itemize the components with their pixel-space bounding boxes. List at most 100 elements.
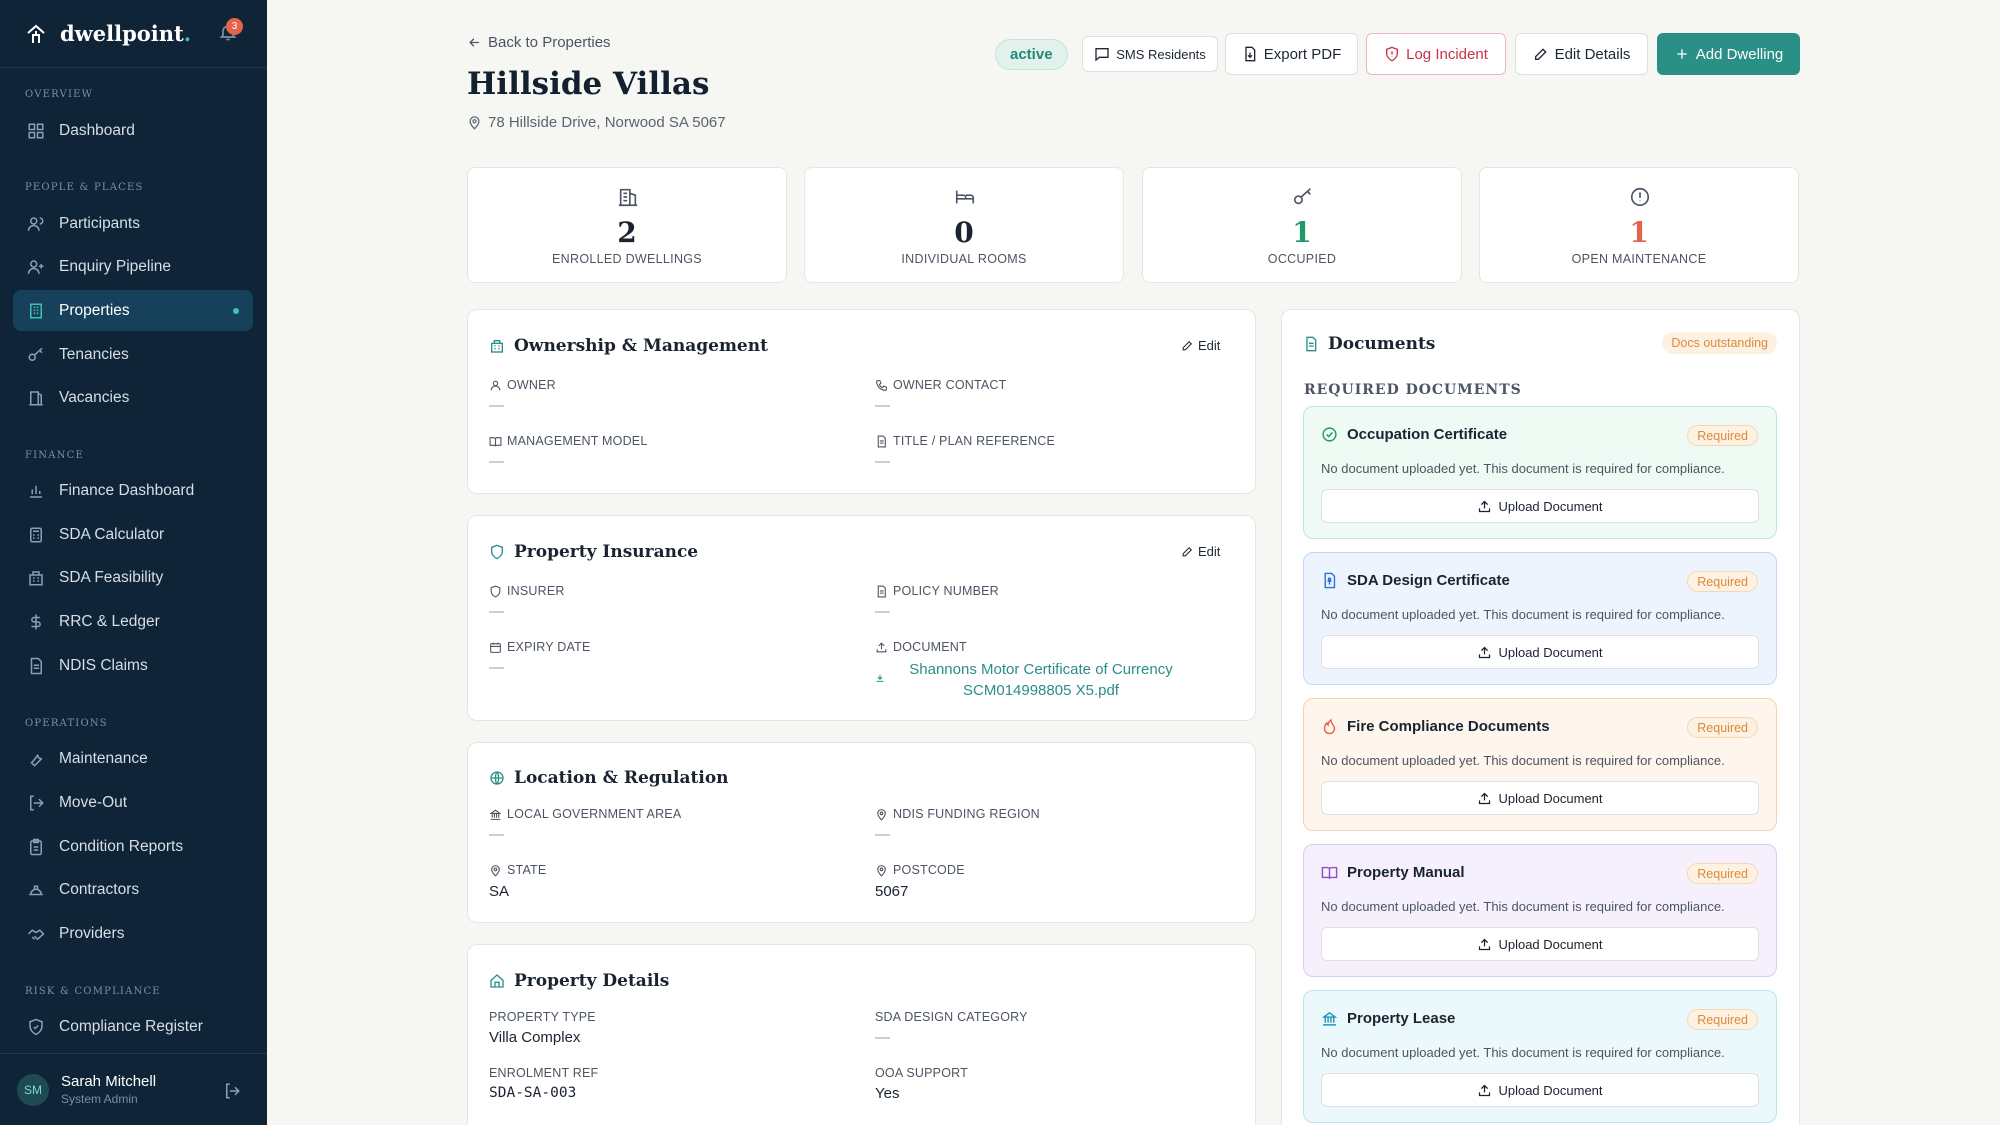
user-profile[interactable]: SM Sarah Mitchell System Admin bbox=[0, 1053, 267, 1125]
upload-icon bbox=[1479, 500, 1491, 512]
sidebar-item-participants[interactable]: Participants bbox=[13, 203, 253, 244]
insurance-document-link[interactable]: Shannons Motor Certificate of Currency S… bbox=[891, 659, 1191, 701]
map-pin-icon bbox=[877, 808, 886, 821]
doc-name: Occupation Certificate bbox=[1347, 426, 1508, 443]
sidebar-item-label: SDA Feasibility bbox=[59, 568, 164, 586]
stat-label: OPEN MAINTENANCE bbox=[1571, 252, 1707, 266]
building-icon bbox=[491, 340, 503, 353]
map-pin-icon bbox=[469, 116, 480, 130]
sidebar-item-label: Compliance Register bbox=[59, 1017, 203, 1035]
expiry-date-value: — bbox=[489, 659, 504, 676]
owner-label: OWNER bbox=[489, 378, 556, 392]
document-name-line2: SCM014998805 X5.pdf bbox=[963, 682, 1119, 699]
sidebar-item-contractors[interactable]: Contractors bbox=[13, 869, 253, 910]
book-icon bbox=[489, 436, 502, 446]
upload-document-button[interactable]: Upload Document bbox=[1321, 489, 1759, 523]
required-badge: Required bbox=[1687, 571, 1758, 592]
sidebar-item-ndis-claims[interactable]: NDIS Claims bbox=[13, 645, 253, 686]
back-to-properties-link[interactable]: Back to Properties bbox=[467, 34, 611, 51]
ooa-support-value: Yes bbox=[875, 1085, 900, 1102]
calendar-icon bbox=[490, 642, 501, 653]
sidebar-item-sda-feasibility[interactable]: SDA Feasibility bbox=[13, 557, 253, 598]
back-label: Back to Properties bbox=[488, 34, 611, 51]
sidebar-item-condition-reports[interactable]: Condition Reports bbox=[13, 826, 253, 867]
title-reference-label: TITLE / PLAN REFERENCE bbox=[875, 434, 1055, 448]
add-label: Add Dwelling bbox=[1695, 45, 1784, 63]
add-dwelling-button[interactable]: Add Dwelling bbox=[1657, 33, 1800, 75]
card-title: Property Insurance bbox=[514, 542, 699, 562]
logout-icon[interactable] bbox=[223, 1082, 241, 1100]
upload-document-button[interactable]: Upload Document bbox=[1321, 781, 1759, 815]
sidebar-item-label: Maintenance bbox=[59, 749, 148, 767]
sidebar-item-label: Dashboard bbox=[59, 121, 135, 139]
sidebar-item-enquiry[interactable]: Enquiry Pipeline bbox=[13, 246, 253, 287]
expiry-date-label: EXPIRY DATE bbox=[489, 640, 590, 654]
sidebar-item-rrc-ledger[interactable]: RRC & Ledger bbox=[13, 601, 253, 642]
export-pdf-button[interactable]: Export PDF bbox=[1225, 33, 1358, 75]
upload-document-button[interactable]: Upload Document bbox=[1321, 635, 1759, 669]
log-incident-button[interactable]: Log Incident bbox=[1366, 33, 1506, 75]
stat-label: OCCUPIED bbox=[1267, 252, 1337, 266]
doc-title: Fire Compliance Documents bbox=[1321, 718, 1550, 735]
status-badge: active bbox=[995, 39, 1068, 70]
sda-category-value: — bbox=[875, 1029, 890, 1046]
sidebar-item-compliance-register[interactable]: Compliance Register bbox=[13, 1006, 253, 1047]
stat-value: 2 bbox=[617, 216, 637, 249]
card-title: Ownership & Management bbox=[514, 336, 768, 356]
globe-icon bbox=[490, 771, 504, 785]
label-text: INSURER bbox=[507, 584, 565, 598]
edit-insurance-link[interactable]: Edit bbox=[1181, 544, 1220, 559]
sidebar-item-move-out[interactable]: Move-Out bbox=[13, 782, 253, 823]
property-type-value: Villa Complex bbox=[489, 1029, 581, 1046]
docs-outstanding-badge: Docs outstanding bbox=[1662, 332, 1777, 354]
nav-section-finance: FINANCE bbox=[25, 450, 84, 461]
sidebar-item-vacancies[interactable]: Vacancies bbox=[13, 377, 253, 418]
card-header: Location & Regulation bbox=[489, 768, 729, 788]
edit-ownership-link[interactable]: Edit bbox=[1181, 338, 1220, 353]
upload-icon bbox=[1479, 792, 1491, 804]
file-text-icon bbox=[877, 585, 886, 597]
edit-details-button[interactable]: Edit Details bbox=[1515, 33, 1648, 75]
sidebar-item-providers[interactable]: Providers bbox=[13, 913, 253, 954]
required-badge: Required bbox=[1687, 863, 1758, 884]
location-card: Location & Regulation LOCAL GOVERNMENT A… bbox=[467, 742, 1256, 923]
policy-number-label: POLICY NUMBER bbox=[875, 584, 999, 598]
upload-icon bbox=[1479, 938, 1491, 950]
sidebar-item-label: Enquiry Pipeline bbox=[59, 257, 172, 275]
required-badge: Required bbox=[1687, 717, 1758, 738]
doc-title: Property Lease bbox=[1321, 1010, 1455, 1027]
label-text: EXPIRY DATE bbox=[507, 640, 591, 654]
user-icon bbox=[490, 380, 501, 390]
sidebar-item-dashboard[interactable]: Dashboard bbox=[13, 110, 253, 151]
sidebar-item-properties[interactable]: Properties bbox=[13, 290, 253, 331]
sidebar-item-maintenance[interactable]: Maintenance bbox=[13, 738, 253, 779]
doc-name: Property Lease bbox=[1347, 1010, 1456, 1027]
doc-name: Property Manual bbox=[1347, 864, 1465, 881]
door-icon bbox=[29, 390, 43, 405]
landmark-icon bbox=[1321, 1011, 1338, 1026]
file-text-icon bbox=[877, 435, 886, 447]
upload-document-button[interactable]: Upload Document bbox=[1321, 1073, 1759, 1107]
building-icon bbox=[30, 303, 42, 318]
file-accessibility-icon bbox=[1324, 572, 1336, 589]
book-open-icon bbox=[1321, 866, 1338, 880]
enrolment-ref-label: ENROLMENT REF bbox=[489, 1066, 599, 1080]
sms-residents-button[interactable]: SMS Residents bbox=[1082, 36, 1218, 72]
sidebar-item-tenancies[interactable]: Tenancies bbox=[13, 334, 253, 375]
pencil-icon bbox=[1182, 340, 1193, 351]
map-pin-icon bbox=[491, 864, 500, 877]
policy-number-value: — bbox=[875, 603, 890, 620]
stat-value: 0 bbox=[954, 216, 974, 249]
check-circle-icon bbox=[1322, 427, 1337, 442]
pencil-icon bbox=[1182, 546, 1193, 557]
owner-contact-value: — bbox=[875, 397, 890, 414]
sidebar-item-finance-dashboard[interactable]: Finance Dashboard bbox=[13, 470, 253, 511]
label-text: OWNER CONTACT bbox=[893, 378, 1007, 392]
label-text: POLICY NUMBER bbox=[893, 584, 999, 598]
upload-document-button[interactable]: Upload Document bbox=[1321, 927, 1759, 961]
edit-label: Edit Details bbox=[1554, 45, 1631, 63]
label-text: STATE bbox=[507, 863, 547, 877]
landmark-icon bbox=[489, 808, 502, 820]
dollar-icon bbox=[31, 614, 41, 629]
sidebar-item-sda-calculator[interactable]: SDA Calculator bbox=[13, 514, 253, 555]
